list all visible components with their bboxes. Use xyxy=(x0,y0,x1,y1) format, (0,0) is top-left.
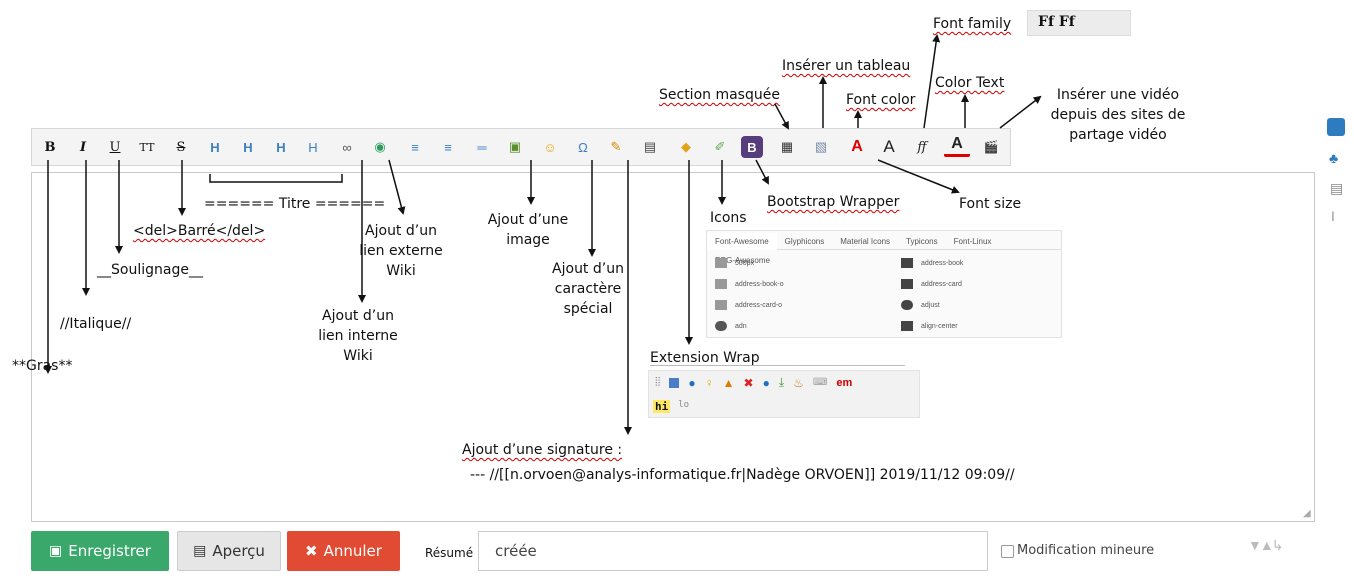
lowlight-button[interactable]: lo xyxy=(678,400,689,413)
image-button[interactable]: ▣ xyxy=(502,134,528,160)
annotation-font-size: Font size xyxy=(959,196,1022,212)
summary-label: Résumé xyxy=(425,546,474,560)
unordered-list-button[interactable]: ≡ xyxy=(435,134,461,160)
help-icon[interactable]: ● xyxy=(763,376,770,390)
minor-edit-label: Modification mineure xyxy=(1017,543,1155,558)
document-icon: ▤ xyxy=(193,543,207,559)
highlight-button[interactable]: hi xyxy=(653,400,671,413)
italic-button[interactable]: I xyxy=(70,134,96,160)
extension-wrap-rule xyxy=(650,365,905,366)
annotation-soulignage: __Soulignage__ xyxy=(97,262,203,278)
signature-button[interactable]: ✎ xyxy=(603,134,629,160)
internal-link-button[interactable]: ∞ xyxy=(334,134,360,160)
save-icon: ▣ xyxy=(49,543,63,559)
resize-grip-icon[interactable]: ◢ xyxy=(1303,508,1311,519)
annotation-color-text: Color Text xyxy=(935,75,1005,91)
icons-tab[interactable]: Font-Awesome xyxy=(707,233,777,250)
annotation-caractere: Ajout d’un caractère spécial xyxy=(552,261,624,317)
annotation-signature-title: Ajout d’une signature : xyxy=(462,442,623,458)
special-char-button[interactable]: Ω xyxy=(570,134,596,160)
font-size-button[interactable]: A xyxy=(876,134,902,160)
tip-icon[interactable]: ♀ xyxy=(705,376,714,390)
horizontal-rule-button[interactable]: ═ xyxy=(469,134,495,160)
bootstrap-button[interactable]: B xyxy=(741,136,763,158)
error-icon[interactable]: ✖ xyxy=(744,376,754,390)
annotation-inserer-tableau: Insérer un tableau xyxy=(782,58,911,74)
heading-lower-button[interactable]: H xyxy=(235,134,261,160)
table-button[interactable]: ▧ xyxy=(808,134,834,160)
cursor-side-icon[interactable]: I xyxy=(1331,208,1335,224)
smiley-button[interactable]: ☺ xyxy=(537,134,563,160)
icon-list-item[interactable]: adn xyxy=(715,316,784,337)
box-icon[interactable] xyxy=(669,377,680,388)
heading-higher-button[interactable]: H xyxy=(268,134,294,160)
hidden-section-toolbar-button[interactable]: ▤ xyxy=(637,134,663,160)
columns-icon[interactable]: ⦙⦙ xyxy=(655,375,660,390)
annotation-bootstrap: Bootstrap Wrapper xyxy=(767,194,900,210)
close-icon: ✖ xyxy=(305,542,318,560)
annotation-lien-externe: Ajout d’un lien externe Wiki xyxy=(359,223,443,279)
download-icon[interactable]: ⤓ xyxy=(779,375,784,390)
monospace-button[interactable]: TT xyxy=(134,134,160,160)
icon-list-item[interactable]: address-book-o xyxy=(715,274,784,295)
summary-input[interactable]: créée xyxy=(478,531,988,571)
edit-side-icon[interactable] xyxy=(1327,118,1345,136)
icon-list-item[interactable]: address-card xyxy=(901,274,963,295)
annotation-gras: **Gras** xyxy=(12,358,73,374)
icon-list-item[interactable]: 500px xyxy=(715,253,784,274)
icon-list-item[interactable]: address-book xyxy=(901,253,963,274)
color-text-button[interactable]: A xyxy=(944,134,970,157)
warning-icon[interactable]: ▲ xyxy=(723,376,735,390)
heading-select-button[interactable]: H xyxy=(300,134,326,160)
wrap-button[interactable]: ◆ xyxy=(673,134,699,160)
icons-tab[interactable]: Font-Linux xyxy=(946,233,1000,250)
icon-list-item[interactable]: address-card-o xyxy=(715,295,784,316)
heading-same-button[interactable]: H xyxy=(202,134,228,160)
icons-tab[interactable]: Material Icons xyxy=(832,233,898,250)
preview-button[interactable]: ▤ Aperçu xyxy=(177,531,281,571)
font-family-annotation: Font family xyxy=(933,16,1012,32)
annotation-icons: Icons xyxy=(710,210,747,226)
annotation-image: Ajout d’une image xyxy=(487,212,569,248)
keyboard-icon[interactable]: ⌨ xyxy=(813,377,827,388)
resize-arrows-icon[interactable]: ▼▲↳ xyxy=(1248,537,1283,554)
font-family-button[interactable]: ff xyxy=(909,134,935,160)
plugin-side-icon[interactable]: ♣ xyxy=(1329,150,1338,166)
icons-tab[interactable]: Typicons xyxy=(898,233,946,250)
external-link-button[interactable]: ◉ xyxy=(367,134,393,160)
save-button[interactable]: ▣ Enregistrer xyxy=(31,531,169,571)
minor-edit-checkbox[interactable] xyxy=(1001,545,1014,558)
font-family-strip: Ff Ff xyxy=(1027,10,1131,36)
annotation-italique: //Italique// xyxy=(60,316,132,332)
ordered-list-button[interactable]: ≡ xyxy=(402,134,428,160)
info-icon[interactable]: ● xyxy=(688,376,695,390)
icons-button[interactable]: ✐ xyxy=(707,134,733,160)
document-side-icon[interactable]: ▤ xyxy=(1330,180,1343,197)
icons-tab[interactable]: Glyphicons xyxy=(777,233,833,250)
strikethrough-button[interactable]: S xyxy=(168,134,194,160)
icon-list-item[interactable]: adjust xyxy=(901,295,963,316)
annotation-titre: ====== Titre ====== xyxy=(204,196,386,212)
annotation-font-color: Font color xyxy=(846,92,916,108)
annotation-barre: <del>Barré</del> xyxy=(133,223,266,239)
bold-button[interactable]: B xyxy=(37,134,63,160)
annotation-signature-text: --- //[[n.orvoen@analys-informatique.fr|… xyxy=(470,467,1015,483)
underline-button[interactable]: U xyxy=(102,134,128,160)
font-color-button[interactable]: A xyxy=(844,134,870,160)
annotation-inserer-video: Insérer une vidéo depuis des sites de pa… xyxy=(1050,87,1186,143)
em-button[interactable]: em xyxy=(836,377,852,389)
todo-icon[interactable]: ♨ xyxy=(793,376,804,390)
icons-panel: Font-Awesome Glyphicons Material Icons Typi… xyxy=(706,230,1062,338)
wrap-panel: ⦙⦙ ● ♀ ▲ ✖ ● ⤓ ♨ ⌨ em hi lo xyxy=(648,370,920,418)
annotation-lien-interne: Ajout d’un lien interne Wiki xyxy=(318,308,398,364)
video-button[interactable]: 🎬 xyxy=(978,134,1004,160)
annotation-section-masquee: Section masquée xyxy=(659,87,780,103)
cancel-button[interactable]: ✖ Annuler xyxy=(287,531,400,571)
icon-list-item[interactable]: align-center xyxy=(901,316,963,337)
editor-toolbar: B I U TT S H H H H ∞ ◉ ≡ ≡ ═ ▣ ☺ Ω ✎ ▤ ◆… xyxy=(31,128,1011,166)
section-masquee-button[interactable]: ▦ xyxy=(774,134,800,160)
